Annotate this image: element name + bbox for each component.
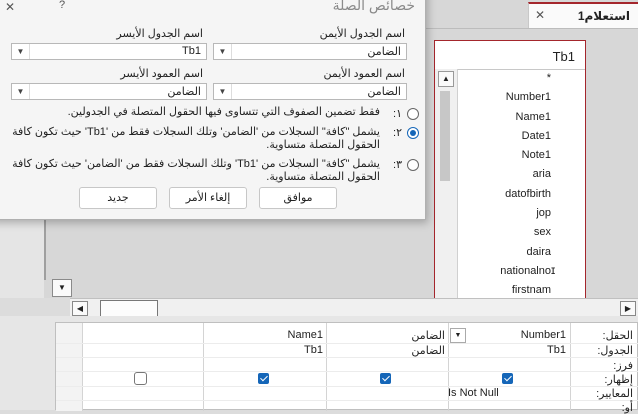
grid-table-cell[interactable]: الضامن (411, 344, 445, 357)
column-divider (82, 323, 83, 411)
join-option-1-line1: فقط تضمين الصفوف التي تتساوى فيها الحقول… (67, 106, 380, 118)
row-divider (56, 357, 638, 358)
field-item[interactable]: nationalno (441, 262, 551, 281)
text-cursor-icon: ɪ (551, 263, 556, 277)
query-design-grid[interactable]: الحقل: الجدول: فرز: إظهار: المعايير: أو:… (55, 322, 638, 414)
field-item[interactable]: jop (441, 204, 551, 223)
field-item[interactable]: Name1 (441, 108, 551, 127)
chevron-down-icon[interactable]: ▼ (214, 44, 232, 59)
row-label-field: الحقل: (602, 330, 633, 342)
join-option-2-number: ٢: (393, 127, 402, 139)
join-option-3-radio[interactable] (407, 159, 419, 171)
grid-criteria-cell[interactable]: Is Not Null (448, 387, 499, 399)
ok-button[interactable]: موافق (259, 187, 337, 209)
join-option-3-line1: يشمل "كافة" السجلات من 'Tb1' وتلك السجلا… (12, 158, 380, 170)
join-option-1-radio[interactable] (407, 108, 419, 120)
show-checkbox[interactable] (380, 373, 391, 384)
field-item[interactable]: Note1 (441, 146, 551, 165)
right-table-label: اسم الجدول الأيمن (319, 28, 405, 40)
help-icon[interactable]: ? (59, 0, 65, 11)
row-label-criteria: المعايير: (596, 388, 633, 400)
grid-table-cell[interactable]: Tb1 (304, 344, 323, 356)
tab-query1[interactable]: استعلام1 ✕ (528, 2, 638, 28)
column-divider (203, 323, 204, 411)
horizontal-scrollbar[interactable]: ◀ ▶ (70, 298, 638, 317)
join-properties-dialog: خصائص الصلة ✕ ? اسم الجدول الأيمن اسم ال… (0, 0, 426, 220)
column-divider (326, 323, 327, 411)
row-label-table: الجدول: (597, 345, 633, 357)
table-field-list-tb1[interactable]: Tb1 ▲ * Number1 Name1 Date1 Note1 aria d… (434, 40, 586, 300)
chevron-down-icon[interactable]: ▼ (12, 84, 30, 99)
dialog-title: خصائص الصلة (332, 0, 415, 13)
new-button[interactable]: جديد (79, 187, 157, 209)
show-checkbox[interactable] (258, 373, 269, 384)
left-table-select[interactable]: ▼ Tb1 (11, 43, 207, 60)
triangle-right-icon[interactable]: ▶ (620, 301, 636, 316)
row-label-show: إظهار: (604, 374, 633, 386)
chevron-down-icon[interactable]: ▼ (12, 44, 30, 59)
close-icon[interactable]: ✕ (535, 8, 545, 22)
close-icon[interactable]: ✕ (5, 0, 15, 14)
field-item[interactable]: Date1 (441, 127, 551, 146)
join-option-3-line2: الحقول المتصلة متساوية. (266, 171, 380, 183)
row-label-sort: فرز: (613, 360, 633, 372)
show-checkbox[interactable] (502, 373, 513, 384)
row-divider (56, 386, 638, 387)
scrollbar-thumb[interactable] (100, 300, 158, 317)
right-column-select[interactable]: ▼ الضامن (213, 83, 407, 100)
chevron-down-icon[interactable]: ▼ (450, 328, 466, 343)
cancel-button[interactable]: إلغاء الأمر (169, 187, 247, 209)
right-column-label: اسم العمود الأيمن (323, 68, 406, 80)
grid-field-cell[interactable]: Name1 (288, 329, 323, 341)
left-column-value: الضامن (167, 86, 201, 98)
field-item[interactable]: * (441, 69, 551, 88)
field-item[interactable]: datofbirth (441, 185, 551, 204)
grid-selector-strip (56, 323, 82, 411)
join-option-2-line1: يشمل "كافة" السجلات من 'الضامن' وتلك الس… (12, 126, 380, 138)
field-list: * Number1 Name1 Date1 Note1 aria datofbi… (441, 69, 551, 299)
field-item[interactable]: daira (441, 243, 551, 262)
join-option-1-text[interactable]: فقط تضمين الصفوف التي تتساوى فيها الحقول… (68, 106, 380, 119)
right-table-select[interactable]: ▼ الضامن (213, 43, 407, 60)
join-option-2-text[interactable]: يشمل "كافة" السجلات من 'الضامن' وتلك الس… (12, 126, 380, 152)
grid-field-cell[interactable]: Number1 (521, 329, 566, 341)
field-item[interactable]: sex (441, 223, 551, 242)
join-option-3-number: ٣: (393, 159, 402, 171)
show-checkbox[interactable] (134, 372, 147, 385)
row-divider (56, 400, 638, 401)
join-option-1-number: ١: (393, 108, 402, 120)
field-item[interactable]: aria (441, 165, 551, 184)
chevron-down-icon[interactable]: ▼ (214, 84, 232, 99)
join-option-2-radio[interactable] (407, 127, 419, 139)
left-column-label: اسم العمود الأيسر (120, 68, 203, 80)
triangle-down-icon[interactable]: ▼ (52, 279, 72, 297)
field-item[interactable]: Number1 (441, 88, 551, 107)
row-label-or: أو: (621, 402, 633, 414)
table-title: Tb1 (552, 49, 575, 64)
grid-field-cell[interactable]: الضامن (411, 329, 445, 342)
join-option-3-text[interactable]: يشمل "كافة" السجلات من 'Tb1' وتلك السجلا… (12, 158, 380, 184)
triangle-left-icon[interactable]: ◀ (72, 301, 88, 316)
right-table-value: الضامن (367, 46, 401, 58)
right-column-value: الضامن (367, 86, 401, 98)
tab-query1-label: استعلام1 (577, 9, 630, 23)
column-divider (570, 323, 571, 411)
join-option-2-line2: الحقول المتصلة متساوية. (266, 139, 380, 151)
grid-table-cell[interactable]: Tb1 (547, 344, 566, 356)
left-column-select[interactable]: ▼ الضامن (11, 83, 207, 100)
left-table-value: Tb1 (182, 45, 201, 57)
left-table-label: اسم الجدول الأيسر (116, 28, 203, 40)
